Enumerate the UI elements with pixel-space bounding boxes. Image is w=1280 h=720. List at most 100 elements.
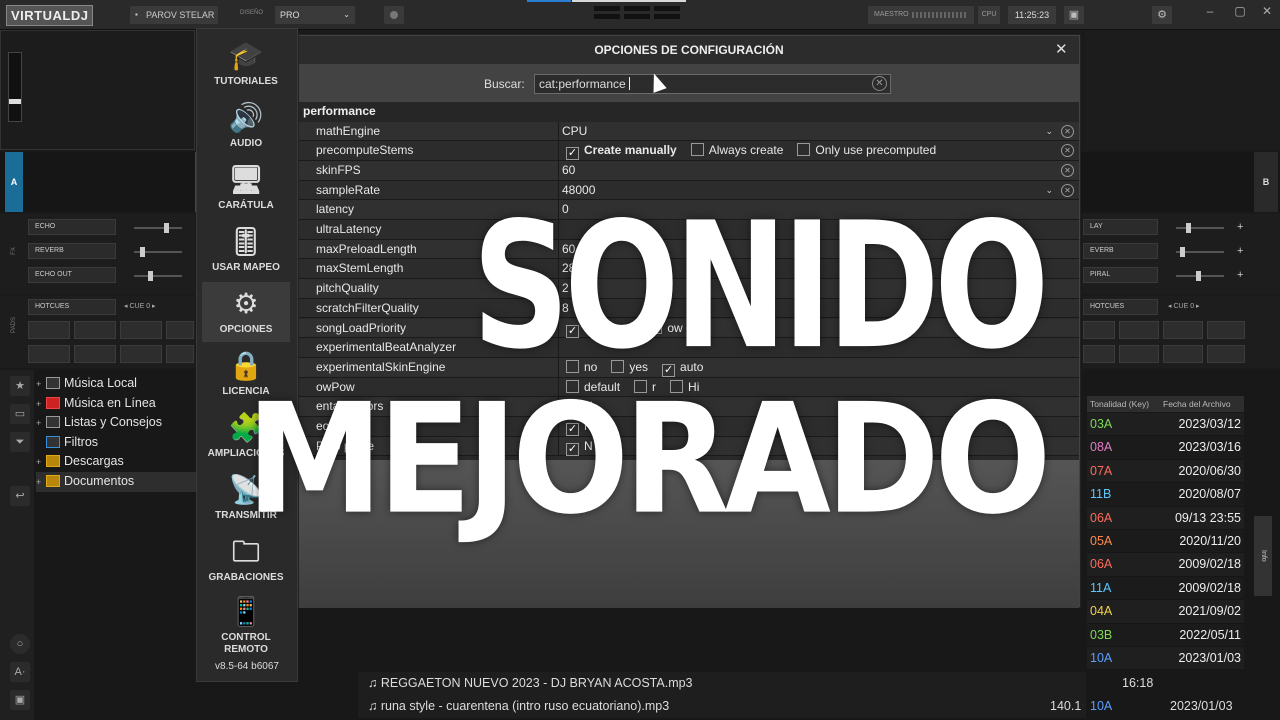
slider-handle[interactable]	[148, 271, 153, 281]
pad[interactable]	[120, 321, 162, 339]
pad[interactable]	[28, 345, 70, 363]
gear-icon[interactable]: ⚙	[1152, 6, 1172, 24]
info-side-tab[interactable]: Info	[1254, 516, 1272, 596]
folder-item[interactable]: + Música Local	[36, 374, 196, 394]
chevron-down-icon[interactable]: ⌄	[1045, 181, 1053, 201]
folder-item-selected[interactable]: + Documentos	[36, 471, 196, 493]
reset-icon[interactable]: ✕	[1061, 163, 1074, 177]
nav-item-9[interactable]: 📱 CONTROL REMOTO	[196, 596, 296, 656]
song-row[interactable]: 06A 2009/02/18	[1087, 553, 1244, 577]
skin-select[interactable]: PRO ⌄	[275, 6, 355, 24]
option-row[interactable]: precomputeStems ✓ Create manually Always cr…	[299, 141, 1079, 161]
fx-slot-r2[interactable]: EVERB	[1083, 243, 1158, 259]
pad[interactable]	[1083, 345, 1115, 363]
search-input[interactable]: cat:performance	[534, 74, 891, 94]
slider-handle[interactable]	[164, 223, 169, 233]
window-icon[interactable]: ▣	[10, 690, 30, 710]
file-row[interactable]: ♫ REGGAETON NUEVO 2023 - DJ BRYAN ACOSTA…	[358, 672, 1153, 695]
chevron-down-icon[interactable]: ⌄	[1045, 122, 1053, 142]
expand-icon[interactable]: +	[36, 375, 46, 395]
pad[interactable]	[1119, 345, 1159, 363]
circle-icon[interactable]: ○	[10, 634, 30, 654]
expand-icon[interactable]: +	[36, 395, 46, 415]
pad[interactable]	[166, 321, 194, 339]
monitor-icon[interactable]: ▭	[10, 404, 30, 424]
pad[interactable]	[74, 345, 116, 363]
pads-mode-select-r[interactable]: HOTCUES	[1083, 299, 1158, 315]
fx-slot-1[interactable]: ECHO	[28, 219, 116, 235]
song-row[interactable]: 06A 09/13 23:55	[1087, 506, 1244, 530]
fx-slot-3[interactable]: ECHO OUT	[28, 267, 116, 283]
reset-icon[interactable]: ✕	[1061, 144, 1074, 158]
song-row[interactable]: 05A 2020/11/20	[1087, 530, 1244, 554]
expand-icon[interactable]: +	[36, 414, 46, 434]
option-row[interactable]: mathEngine CPU ⌄ ✕	[299, 121, 1079, 142]
slider-handle[interactable]	[140, 247, 145, 257]
close-window-icon[interactable]: ✕	[1257, 4, 1277, 18]
slider-handle[interactable]	[1186, 223, 1191, 233]
back-icon[interactable]: ↩	[10, 486, 30, 506]
cue-nav[interactable]: ◂ CUE 0 ▸	[124, 302, 156, 310]
layout-toggle[interactable]	[594, 4, 686, 26]
fx-slider[interactable]	[134, 271, 182, 281]
reset-icon[interactable]: ✕	[1061, 124, 1074, 138]
folder-item[interactable]: + Descargas	[36, 452, 196, 472]
record-button[interactable]	[384, 6, 404, 24]
reset-icon[interactable]: ✕	[1061, 183, 1074, 197]
checkbox[interactable]	[690, 143, 704, 157]
song-row[interactable]: 03B 2022/05/11	[1087, 623, 1244, 647]
pad[interactable]	[28, 321, 70, 339]
file-row[interactable]: ♫ runa style - cuarentena (intro ruso ec…	[358, 695, 1233, 718]
expand-icon[interactable]: +	[36, 473, 46, 493]
pad[interactable]	[120, 345, 162, 363]
fx-slider[interactable]	[1176, 271, 1224, 281]
add-icon[interactable]: +	[1237, 245, 1243, 257]
slider-handle[interactable]	[1180, 247, 1185, 257]
fx-slot-r1[interactable]: LAY	[1083, 219, 1158, 235]
song-row[interactable]: 11B 2020/08/07	[1087, 483, 1244, 507]
pad[interactable]	[1119, 321, 1159, 339]
user-account-button[interactable]: ▪ PAROV STELAR	[130, 6, 218, 24]
fx-slot-2[interactable]: REVERB	[28, 243, 116, 259]
fx-slider[interactable]	[1176, 223, 1224, 233]
option-value[interactable]: 60	[558, 160, 1055, 181]
song-row[interactable]: 10A 2023/01/03	[1087, 647, 1244, 671]
folder-item[interactable]: + Música en Línea	[36, 394, 196, 414]
song-row[interactable]: 08A 2023/03/16	[1087, 436, 1244, 460]
checkbox-checked[interactable]: ✓	[566, 147, 579, 161]
deck-a-tab[interactable]: A	[5, 152, 23, 212]
column-key[interactable]: Tonalidad (Key)	[1090, 396, 1149, 412]
cue-nav-r[interactable]: ◂ CUE 0 ▸	[1168, 302, 1200, 310]
pad[interactable]	[1207, 345, 1245, 363]
clear-search-icon[interactable]: ✕	[872, 76, 887, 91]
fx-slider[interactable]	[1176, 247, 1224, 257]
checkbox[interactable]	[797, 143, 811, 157]
option-value[interactable]: ✓ Create manually Always create Only use pr…	[558, 141, 1055, 161]
song-row[interactable]: 04A 2021/09/02	[1087, 600, 1244, 624]
star-icon[interactable]: ★	[10, 376, 30, 396]
folder-item[interactable]: Filtros	[36, 433, 196, 453]
close-icon[interactable]: ✕	[1055, 40, 1068, 58]
pad[interactable]	[1083, 321, 1115, 339]
maximize-icon[interactable]: ▢	[1230, 4, 1250, 18]
pad[interactable]	[74, 321, 116, 339]
song-row[interactable]: 07A 2020/06/30	[1087, 459, 1244, 484]
song-row[interactable]: 03A 2023/03/12	[1087, 413, 1244, 437]
add-icon[interactable]: +	[1237, 269, 1243, 281]
pad[interactable]	[1163, 345, 1203, 363]
add-icon[interactable]: +	[1237, 221, 1243, 233]
pad[interactable]	[1163, 321, 1203, 339]
nav-item-4[interactable]: ⚙ OPCIONES	[196, 288, 296, 336]
fx-slider[interactable]	[134, 223, 182, 233]
nav-item-0[interactable]: 🎓 TUTORIALES	[196, 40, 296, 88]
pads-mode-select[interactable]: HOTCUES	[28, 299, 116, 315]
text-size-icon[interactable]: A·	[10, 662, 30, 682]
folder-item[interactable]: + Listas y Consejos	[36, 413, 196, 433]
screen-icon[interactable]: ▣	[1064, 6, 1084, 24]
nav-item-1[interactable]: 🔊 AUDIO	[196, 102, 296, 150]
fx-slot-r3[interactable]: PIRAL	[1083, 267, 1158, 283]
pad[interactable]	[166, 345, 194, 363]
filter-icon[interactable]: ⏷	[10, 432, 30, 452]
nav-item-2[interactable]: 🖥 CARÁTULA	[196, 164, 296, 212]
pad[interactable]	[1207, 321, 1245, 339]
